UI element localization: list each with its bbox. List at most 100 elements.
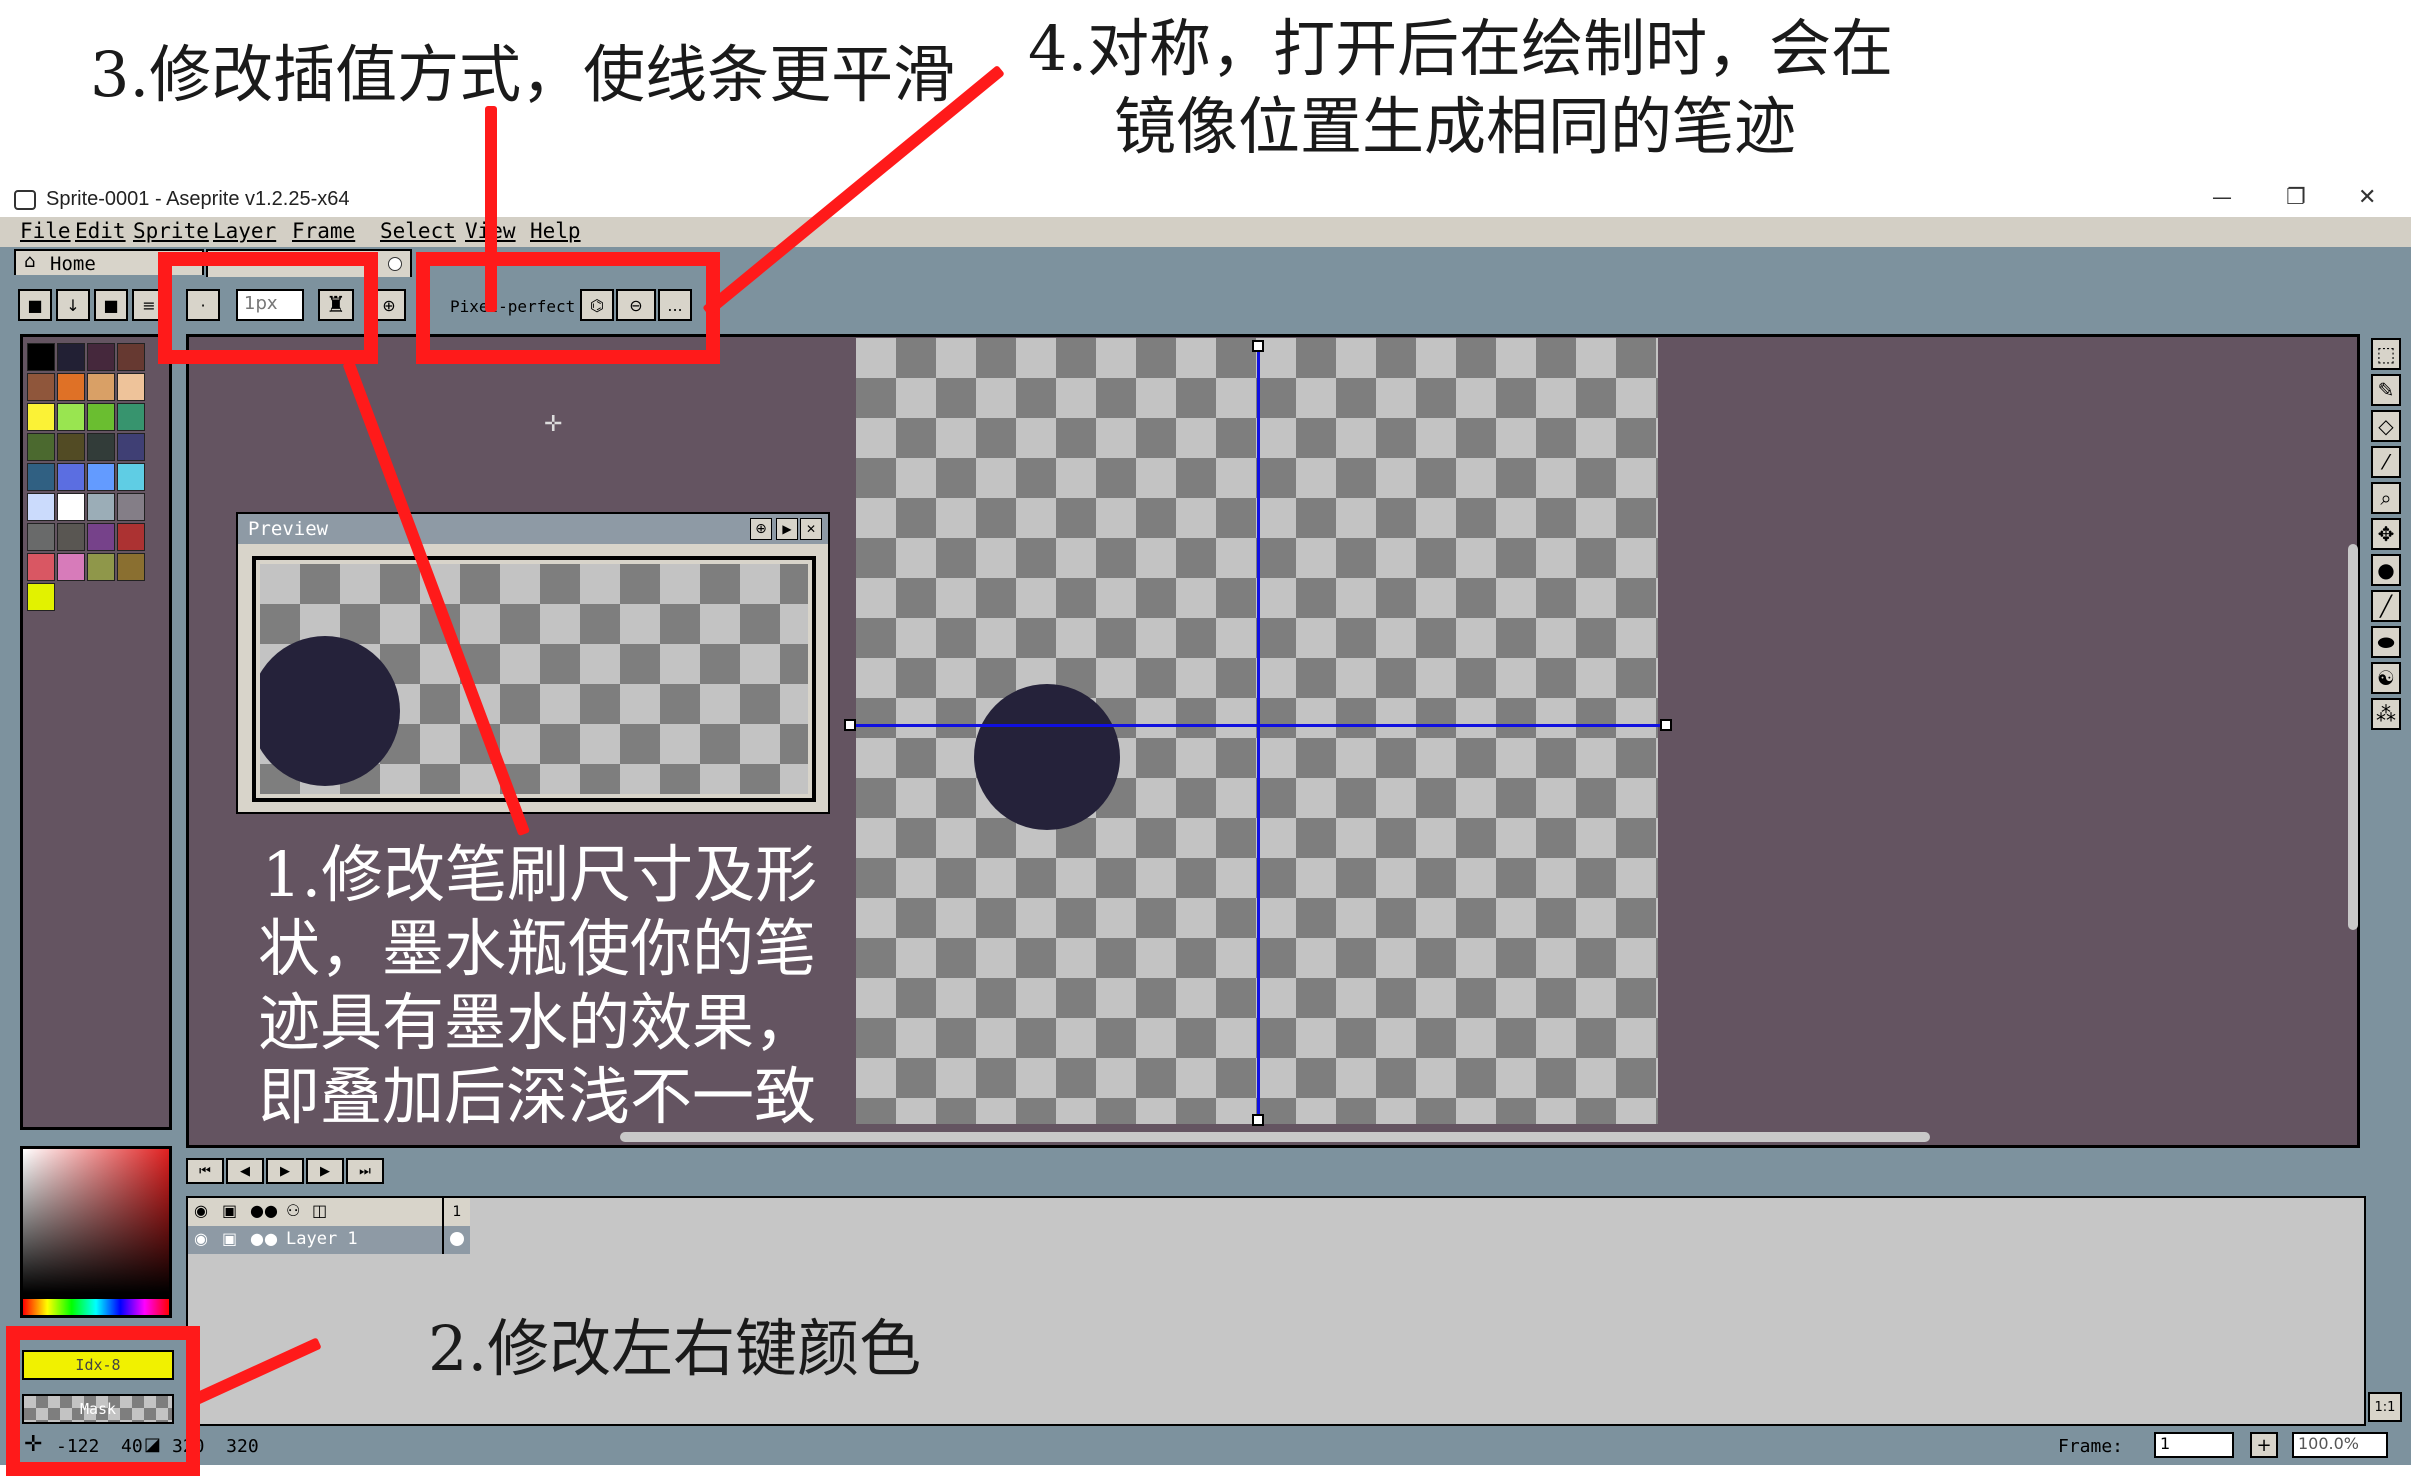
prev-frame-icon[interactable]: ◀ — [226, 1158, 264, 1184]
layer-row[interactable]: ◉ ▣ ●● Layer 1 — [188, 1226, 468, 1254]
palette-swatch[interactable] — [117, 433, 145, 461]
layer-continuous-icon[interactable]: ●● — [250, 1229, 278, 1248]
cel-dot-icon — [450, 1232, 464, 1246]
palette-swatch[interactable] — [27, 373, 55, 401]
preview-play-icon[interactable]: ▶ — [776, 518, 798, 540]
palette-swatch[interactable] — [117, 463, 145, 491]
palette-swatch[interactable] — [57, 553, 85, 581]
menu-select[interactable]: Select — [380, 219, 456, 243]
menu-help[interactable]: Help — [530, 219, 581, 243]
preview-circle — [260, 636, 400, 786]
preview-close-icon[interactable]: ✕ — [800, 518, 822, 540]
palette-swatch[interactable] — [117, 553, 145, 581]
menu-frame[interactable]: Frame — [292, 219, 355, 243]
palette-swatch[interactable] — [27, 583, 55, 611]
symmetry-handle-left[interactable] — [844, 719, 856, 731]
preview-titlebar[interactable]: Preview ⊕ ▶ ✕ — [238, 514, 828, 544]
palette-swatch[interactable] — [87, 493, 115, 521]
play-icon[interactable]: ▶ — [266, 1158, 304, 1184]
visibility-header-icon[interactable]: ◉ — [194, 1201, 208, 1220]
zoom-value: 100.0% — [2298, 1434, 2360, 1453]
contour-tool-icon[interactable]: ☯ — [2371, 662, 2401, 694]
palette-swatch[interactable] — [117, 493, 145, 521]
palette-swatch[interactable] — [87, 403, 115, 431]
palette-swatch[interactable] — [27, 343, 55, 371]
first-frame-icon[interactable]: ⏮ — [186, 1158, 224, 1184]
palette-swatch[interactable] — [57, 523, 85, 551]
menu-edit[interactable]: Edit — [75, 219, 126, 243]
palette-swatch[interactable] — [87, 373, 115, 401]
layer-visibility-icon[interactable]: ◉ — [194, 1229, 208, 1248]
symmetry-handle-right[interactable] — [1660, 719, 1672, 731]
lock-header-icon[interactable]: ▣ — [222, 1201, 237, 1220]
palette-swatch[interactable] — [57, 493, 85, 521]
arrow-down-icon[interactable]: ↓ — [56, 289, 90, 321]
palette-swatch[interactable] — [117, 343, 145, 371]
editor-vertical-scrollbar[interactable] — [2348, 544, 2358, 930]
editor-horizontal-scrollbar[interactable] — [620, 1132, 1930, 1142]
palette-swatch[interactable] — [57, 463, 85, 491]
palette-swatch[interactable] — [117, 373, 145, 401]
palette-swatch[interactable] — [57, 403, 85, 431]
palette-swatch[interactable] — [117, 523, 145, 551]
symmetry-axis-vertical[interactable] — [1257, 344, 1260, 1120]
next-frame-icon[interactable]: ▶ — [306, 1158, 344, 1184]
layer-lock-icon[interactable]: ▣ — [222, 1229, 237, 1248]
palette-swatch[interactable] — [57, 373, 85, 401]
square-icon[interactable]: ■ — [94, 289, 128, 321]
palette-swatch[interactable] — [57, 433, 85, 461]
fill-tool-icon[interactable]: ● — [2371, 554, 2401, 586]
move-tool-icon[interactable]: ✥ — [2371, 518, 2401, 550]
palette-swatch[interactable] — [27, 403, 55, 431]
lock-icon[interactable]: ■ — [18, 289, 52, 321]
close-button[interactable]: ✕ — [2358, 185, 2376, 210]
annotation-line-3 — [485, 106, 497, 312]
restore-button[interactable]: ❐ — [2286, 185, 2306, 210]
palette-swatch[interactable] — [87, 523, 115, 551]
frame-header[interactable]: 1 — [442, 1198, 470, 1226]
menu-sprite[interactable]: Sprite — [133, 219, 209, 243]
add-frame-icon[interactable]: + — [2250, 1432, 2278, 1458]
palette-swatch[interactable] — [27, 553, 55, 581]
color-picker-box[interactable] — [20, 1146, 172, 1296]
palette-swatch[interactable] — [57, 343, 85, 371]
zoom-tool-side-icon[interactable]: ⌕ — [2371, 482, 2401, 514]
palette-swatch[interactable] — [27, 493, 55, 521]
palette-swatch[interactable] — [87, 343, 115, 371]
app-icon — [14, 190, 36, 210]
cel-keyframe[interactable] — [442, 1226, 470, 1254]
menu-file[interactable]: File — [20, 219, 71, 243]
blur-tool-icon[interactable]: ⁂ — [2371, 698, 2401, 730]
symmetry-handle-bottom[interactable] — [1252, 1114, 1264, 1126]
symmetry-axis-horizontal[interactable] — [850, 724, 1666, 727]
frame-input[interactable]: 1 — [2154, 1432, 2234, 1458]
palette-swatch[interactable] — [117, 403, 145, 431]
line-tool-icon[interactable]: ╱ — [2371, 590, 2401, 622]
marquee-tool-icon[interactable]: ⬚ — [2371, 338, 2401, 370]
hue-slider[interactable] — [20, 1296, 172, 1318]
zoom-one-to-one-button[interactable]: 1:1 — [2368, 1392, 2402, 1422]
preview-window[interactable]: Preview ⊕ ▶ ✕ — [236, 512, 830, 814]
link-header-icon[interactable]: ⚇ — [286, 1201, 300, 1220]
palette-swatch[interactable] — [27, 523, 55, 551]
annotation-1-line2: 状，墨水瓶使你的笔 — [258, 912, 817, 985]
minimize-button[interactable]: — — [2212, 185, 2232, 209]
palette-swatch[interactable] — [87, 553, 115, 581]
zoom-input[interactable]: 100.0% — [2292, 1432, 2388, 1458]
onion-skin-icon[interactable]: ◫ — [312, 1201, 327, 1220]
ellipse-tool-icon[interactable]: ⬬ — [2371, 626, 2401, 658]
preview-center-icon[interactable]: ⊕ — [750, 518, 772, 540]
palette-swatch[interactable] — [87, 463, 115, 491]
continuous-header-icon[interactable]: ●● — [250, 1201, 278, 1220]
eraser-tool-icon[interactable]: ◇ — [2371, 410, 2401, 442]
last-frame-icon[interactable]: ⏭ — [346, 1158, 384, 1184]
palette-swatch[interactable] — [27, 433, 55, 461]
eyedropper-tool-icon[interactable]: ⁄ — [2371, 446, 2401, 478]
pencil-tool-icon[interactable]: ✎ — [2371, 374, 2401, 406]
annotation-2: 2.修改左右键颜色 — [428, 1312, 922, 1385]
symmetry-handle-top[interactable] — [1252, 340, 1264, 352]
palette-swatch[interactable] — [87, 433, 115, 461]
tab-modified-dot — [388, 257, 402, 271]
menu-layer[interactable]: Layer — [213, 219, 276, 243]
palette-swatch[interactable] — [27, 463, 55, 491]
